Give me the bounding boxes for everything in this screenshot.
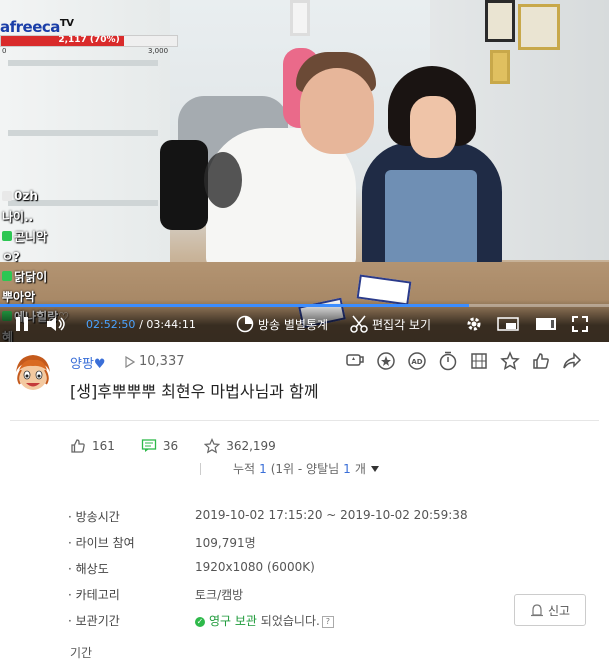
chat-badge-icon <box>2 191 12 201</box>
clock-icon <box>236 315 254 333</box>
help-icon[interactable]: ? <box>321 615 334 628</box>
chat-text: 나이.. <box>2 209 34 224</box>
wall-frame <box>485 0 515 42</box>
edit-view-button[interactable]: 편집각 보기 <box>350 315 431 333</box>
fullscreen-icon <box>572 316 588 332</box>
goal-max: 3,000 <box>148 47 169 55</box>
thumbs-up-icon <box>71 439 85 453</box>
divider <box>10 420 599 421</box>
pop-filter <box>204 152 242 208</box>
chat-text: ㅇ? <box>2 249 21 264</box>
film-icon[interactable] <box>468 350 490 372</box>
person-right-face <box>410 96 456 158</box>
chat-message: ㅇ? <box>2 246 132 266</box>
cumulative-rank[interactable]: 누적 1 (1위 - 양탈님 1개 <box>200 460 380 477</box>
person-left-head <box>300 68 374 154</box>
video-player[interactable]: afreecaTV 2,117 (70%) 0 3,000 0zh 나이.. 곤니악… <box>0 0 609 342</box>
like-stat[interactable]: 161 <box>70 438 115 454</box>
fullscreen-button[interactable] <box>572 315 588 333</box>
play-icon <box>125 355 135 368</box>
theater-mode-button[interactable] <box>535 315 557 333</box>
pause-icon <box>16 317 28 331</box>
streamer-name[interactable]: 양팡♥ <box>70 353 106 372</box>
chat-message: 곤니악 <box>2 226 132 246</box>
stats-button[interactable]: 방송 별별통계 <box>236 315 328 333</box>
afreecatv-logo: afreecaTV <box>0 18 74 36</box>
vod-action-icons: AD <box>344 350 583 372</box>
goal-min: 0 <box>2 47 7 55</box>
check-icon: ✓ <box>195 616 205 627</box>
comment-icon <box>141 439 157 452</box>
player-controls: 02:52:50 / 03:44:11 방송 별별통계 편집각 보기 <box>0 300 609 342</box>
star-badge-icon[interactable] <box>375 350 397 372</box>
seek-bar[interactable] <box>0 304 609 307</box>
view-count: 10,337 <box>125 354 185 369</box>
chat-text: 0zh <box>14 189 38 203</box>
volume-icon <box>47 317 65 331</box>
goal-progress-text: 2,117 (70%) <box>58 35 120 45</box>
chat-text: 곤니악 <box>14 229 48 244</box>
cup-icon[interactable] <box>344 350 366 372</box>
wall-frame <box>518 4 560 50</box>
settings-button[interactable] <box>465 315 483 333</box>
ad-icon[interactable]: AD <box>406 350 428 372</box>
pip-button[interactable] <box>497 315 519 333</box>
chat-text: 닭닭이 <box>14 269 48 284</box>
microphone <box>160 140 208 230</box>
wall-frame <box>490 50 510 84</box>
chat-message: 나이.. <box>2 206 132 226</box>
svg-text:AD: AD <box>411 358 422 366</box>
theater-icon <box>536 318 556 330</box>
thumbs-up-icon[interactable] <box>530 350 552 372</box>
chat-badge-icon <box>2 271 12 281</box>
pause-button[interactable] <box>14 315 30 333</box>
total-time: / 03:44:11 <box>139 317 196 331</box>
favorite-star-icon[interactable] <box>499 350 521 372</box>
vod-title: [생]후뿌뿌뿌 최현우 마법사님과 함께 <box>70 382 319 401</box>
report-button[interactable]: 신고 <box>514 594 586 626</box>
scissors-icon <box>350 315 368 333</box>
gear-icon <box>467 317 481 331</box>
vod-info-panel: 양팡♥ 10,337 [생]후뿌뿌뿌 최현우 마법사님과 함께 AD 161 3… <box>0 342 609 660</box>
person-right-apron <box>385 170 477 268</box>
share-icon[interactable] <box>561 350 583 372</box>
pip-icon <box>497 317 519 331</box>
caret-down-icon <box>370 465 379 472</box>
current-time: 02:52:50 <box>86 317 136 331</box>
wall-frame <box>290 0 310 36</box>
star-stat[interactable]: 362,199 <box>204 438 276 454</box>
goal-progress-bar: 2,117 (70%) <box>0 35 178 47</box>
timer-icon[interactable] <box>437 350 459 372</box>
heart-icon: ♥ <box>93 357 106 372</box>
broadcast-goal-overlay: afreecaTV 2,117 (70%) 0 3,000 <box>0 18 178 55</box>
chat-message: 0zh <box>2 186 132 206</box>
chat-badge-icon <box>2 231 12 241</box>
chat-message: 닭닭이 <box>2 266 132 286</box>
volume-button[interactable] <box>46 315 66 333</box>
siren-icon <box>530 604 543 617</box>
star-icon <box>204 438 221 454</box>
streamer-avatar[interactable] <box>10 350 56 396</box>
vod-stats: 161 36 362,199 <box>70 438 302 454</box>
comment-stat[interactable]: 36 <box>141 438 178 454</box>
